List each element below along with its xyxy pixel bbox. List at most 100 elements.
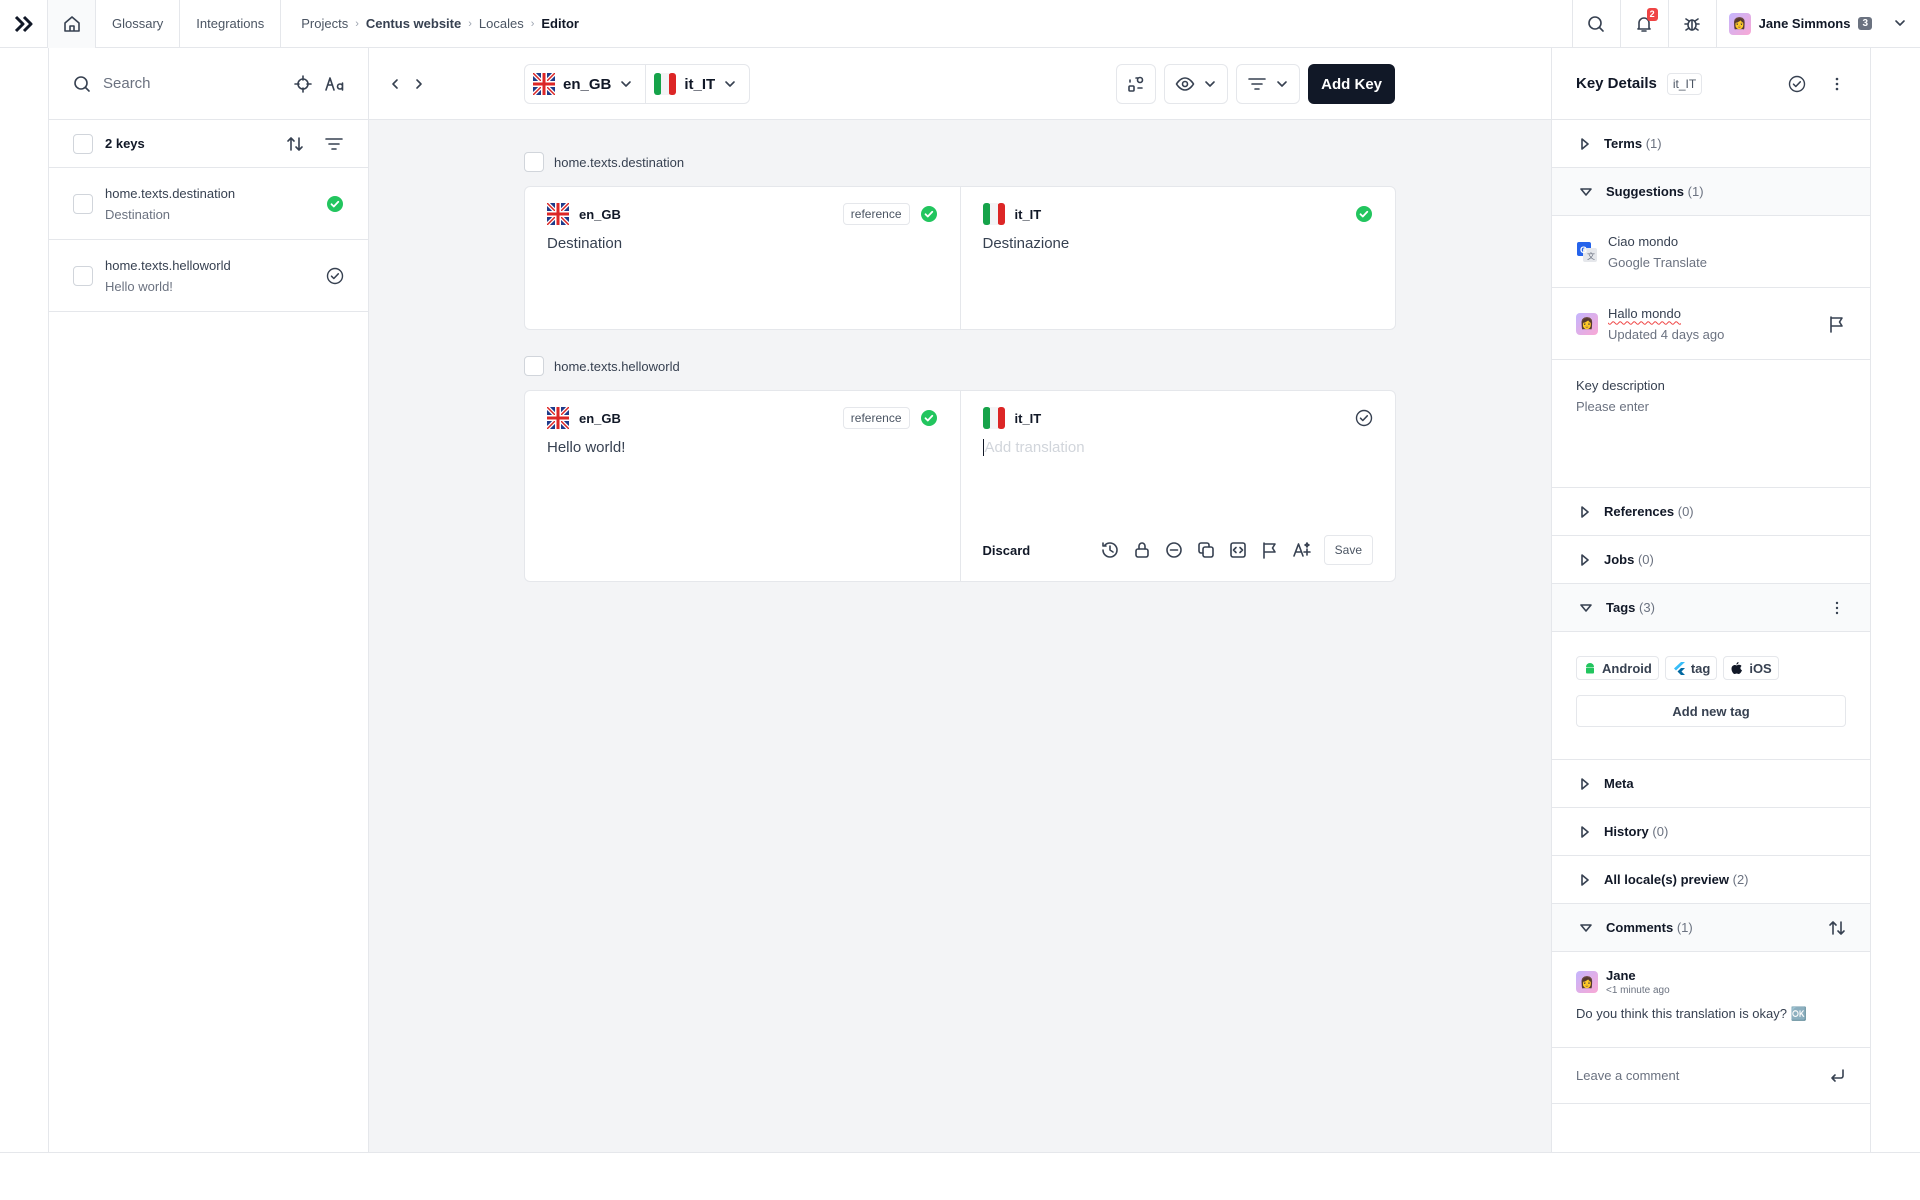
target-locale: it_IT [1014, 206, 1042, 222]
locale-selector: en_GB it_IT [524, 64, 751, 104]
copy-icon[interactable] [1196, 540, 1216, 560]
more-vertical-icon[interactable] [1828, 75, 1846, 93]
check-circle-filled-icon [327, 195, 343, 212]
shortcuts-button[interactable] [1116, 64, 1157, 104]
home-icon [63, 15, 80, 32]
tag-chip-tag[interactable]: tag [1664, 656, 1718, 680]
add-key-button[interactable]: Add Key [1308, 64, 1395, 104]
list-item[interactable]: home.texts.destination Destination [49, 168, 368, 240]
section-tags[interactable]: Tags (3) [1552, 584, 1870, 632]
target-icon[interactable] [294, 74, 312, 93]
flag-icon[interactable] [1828, 315, 1846, 333]
check-circle-outline-icon[interactable] [1355, 409, 1373, 427]
top-bar: Glossary Integrations Projects › Centus … [0, 0, 1920, 48]
filter-icon [1248, 78, 1266, 90]
ai-translate-icon[interactable] [1292, 540, 1312, 560]
list-item[interactable]: home.texts.helloworld Hello world! [49, 240, 368, 312]
section-jobs[interactable]: Jobs (0) [1552, 536, 1870, 584]
key-checkbox[interactable] [73, 265, 93, 286]
target-text[interactable]: Destinazione [983, 235, 1374, 252]
chevron-right-icon[interactable] [411, 72, 427, 96]
save-button[interactable]: Save [1323, 535, 1373, 565]
search-input[interactable]: Search [103, 75, 282, 92]
section-locale-preview[interactable]: All locale(s) preview (2) [1552, 856, 1870, 904]
apple-icon [1731, 662, 1743, 674]
filter-options-button[interactable] [1236, 64, 1301, 104]
select-all-checkbox[interactable] [73, 133, 93, 154]
search-button[interactable] [1571, 0, 1620, 48]
discard-button[interactable]: Discard [983, 543, 1031, 558]
comment-input[interactable]: Leave a comment [1552, 1048, 1870, 1104]
source-locale-select[interactable]: en_GB [525, 65, 645, 103]
minus-circle-icon[interactable] [1164, 540, 1184, 560]
details-header: Key Details it_IT [1552, 48, 1870, 120]
suggestion-item[interactable]: 👩 Hallo mondo Updated 4 days ago [1552, 288, 1870, 360]
check-circle-outline-icon[interactable] [1788, 75, 1806, 93]
comment-author: Jane [1606, 968, 1636, 983]
section-comments[interactable]: Comments (1) [1552, 904, 1870, 952]
tag-chip-ios[interactable]: iOS [1723, 656, 1779, 680]
source-locale: en_GB [579, 410, 621, 426]
history-icon[interactable] [1100, 540, 1120, 560]
user-name: Jane Simmons [1758, 16, 1851, 31]
enter-icon[interactable] [1828, 1067, 1846, 1085]
search-icon [74, 75, 90, 92]
translation-input[interactable]: Add translation [982, 439, 1374, 456]
suggestion-source: Updated 4 days ago [1608, 326, 1725, 342]
group-key: home.texts.destination [554, 154, 685, 170]
left-rail [0, 48, 49, 1152]
user-menu[interactable]: 👩 Jane Simmons 3 [1715, 0, 1920, 48]
lock-icon[interactable] [1132, 540, 1152, 560]
top-actions: 2 👩 Jane Simmons 3 [1571, 0, 1920, 48]
breadcrumb-projects[interactable]: Projects [301, 16, 348, 31]
section-references[interactable]: References (0) [1552, 488, 1870, 536]
target-cell[interactable]: it_IT Destinazione [959, 187, 1396, 329]
chevron-down-icon [1895, 19, 1905, 26]
italy-flag-icon [982, 203, 1005, 225]
section-history[interactable]: History (0) [1552, 808, 1870, 856]
nav-glossary[interactable]: Glossary [96, 0, 181, 48]
svg-text:文: 文 [1587, 251, 1595, 261]
nav-integrations[interactable]: Integrations [180, 0, 282, 48]
breadcrumb-locales[interactable]: Locales [479, 16, 524, 31]
group-checkbox[interactable] [524, 152, 544, 172]
breadcrumb-project[interactable]: Centus website [366, 16, 461, 31]
logo-icon[interactable] [0, 0, 48, 48]
section-meta[interactable]: Meta [1552, 760, 1870, 808]
filter-icon[interactable] [324, 135, 344, 153]
caret-right-icon [1581, 553, 1589, 566]
chevron-down-icon [725, 81, 736, 87]
key-description-input[interactable]: Please enter [1576, 399, 1846, 414]
add-tag-button[interactable]: Add new tag [1576, 695, 1846, 727]
details-locale: it_IT [1666, 72, 1703, 95]
chevron-left-icon[interactable] [387, 72, 403, 96]
suggestion-source: Google Translate [1608, 254, 1708, 270]
key-details-panel: Key Details it_IT Terms (1) Suggestions … [1551, 48, 1871, 1152]
avatar: 👩 [1728, 12, 1751, 35]
section-terms[interactable]: Terms (1) [1552, 120, 1870, 168]
sort-icon[interactable] [1828, 919, 1846, 937]
notifications-button[interactable]: 2 [1619, 0, 1668, 48]
group-checkbox[interactable] [524, 356, 544, 376]
view-options-button[interactable] [1164, 64, 1229, 104]
more-vertical-icon[interactable] [1828, 599, 1846, 617]
tag-chip-android[interactable]: Android [1576, 656, 1659, 680]
reference-badge: reference [842, 407, 910, 429]
bug-report-button[interactable] [1667, 0, 1716, 48]
check-circle-filled-icon[interactable] [1355, 205, 1373, 223]
comment-item: 👩 Jane <1 minute ago Do you think this t… [1552, 952, 1870, 1048]
sort-icon[interactable] [286, 135, 304, 153]
suggestion-item[interactable]: G文 Ciao mondo Google Translate [1552, 216, 1870, 288]
home-button[interactable] [48, 0, 96, 48]
key-name: home.texts.helloworld [105, 257, 231, 273]
translation-card: en_GB reference Destination it_IT Destin… [524, 186, 1396, 330]
code-icon[interactable] [1228, 540, 1248, 560]
flag-icon[interactable] [1260, 540, 1280, 560]
match-case-icon[interactable] [324, 75, 344, 93]
source-locale-label: en_GB [563, 75, 612, 93]
key-checkbox[interactable] [73, 193, 93, 214]
breadcrumb-separator: › [355, 17, 359, 30]
avatar: 👩 [1576, 312, 1598, 335]
section-suggestions[interactable]: Suggestions (1) [1552, 168, 1870, 216]
target-locale-select[interactable]: it_IT [645, 65, 749, 103]
